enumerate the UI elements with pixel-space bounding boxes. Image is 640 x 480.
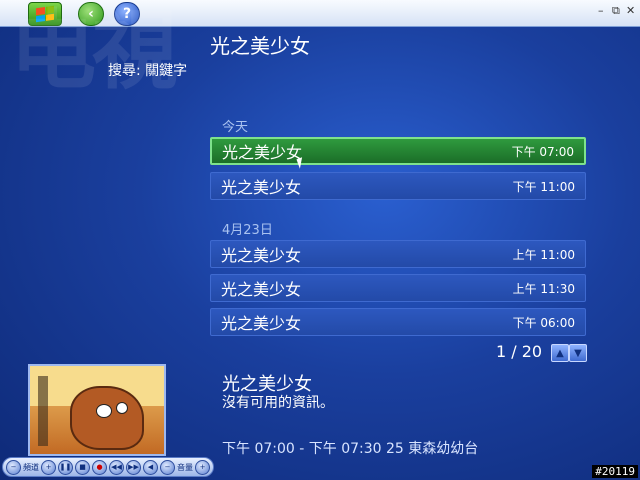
detail-description: 沒有可用的資訊。: [222, 395, 334, 411]
program-time: 下午 11:00: [512, 179, 575, 194]
program-row[interactable]: 光之美少女 下午 07:00: [210, 137, 586, 165]
corner-tag: #20119: [592, 465, 638, 478]
preview-character-eye: [96, 404, 112, 418]
stop-icon[interactable]: ■: [75, 459, 90, 475]
channel-minus-icon[interactable]: −: [6, 459, 21, 475]
program-row[interactable]: 光之美少女 下午 11:00: [210, 172, 586, 200]
record-icon[interactable]: ●: [92, 459, 107, 475]
program-title: 光之美少女: [222, 143, 303, 162]
program-title: 光之美少女: [221, 178, 302, 197]
page-indicator: 1 / 20: [496, 342, 543, 361]
rewind-icon[interactable]: ◀◀: [109, 459, 124, 475]
channel-plus-icon[interactable]: +: [41, 459, 56, 475]
chevron-down-icon: ▼: [574, 347, 582, 359]
program-time: 下午 06:00: [512, 315, 575, 330]
program-title: 光之美少女: [221, 314, 302, 333]
program-title: 光之美少女: [221, 246, 302, 265]
volume-label: 音量: [177, 462, 193, 472]
program-row[interactable]: 光之美少女 上午 11:00: [210, 240, 586, 268]
chevron-up-icon: ▲: [556, 347, 564, 359]
minimize-button[interactable]: –: [598, 4, 604, 17]
group-label-date: 4月23日: [222, 223, 273, 238]
close-button[interactable]: ✕: [626, 4, 635, 17]
search-label: 搜尋: 關鍵字: [108, 63, 188, 79]
program-time: 上午 11:00: [512, 247, 575, 262]
mute-icon[interactable]: ◀: [143, 459, 158, 475]
transport-controls: − 頻道 + ❚❚ ■ ● ◀◀ ▶▶ ◀ − 音量 +: [2, 457, 214, 477]
pause-icon[interactable]: ❚❚: [58, 459, 73, 475]
page-down-button[interactable]: ▼: [569, 344, 587, 362]
preview-character-eye: [116, 402, 128, 414]
channel-label: 頻道: [23, 462, 39, 472]
page-up-button[interactable]: ▲: [551, 344, 569, 362]
volume-minus-icon[interactable]: −: [160, 459, 175, 475]
preview-character: [70, 386, 144, 450]
section-watermark: 电視: [10, 1, 178, 101]
program-row[interactable]: 光之美少女 上午 11:30: [210, 274, 586, 302]
program-time: 下午 07:00: [511, 144, 574, 159]
volume-plus-icon[interactable]: +: [195, 459, 210, 475]
live-tv-preview[interactable]: [28, 364, 166, 456]
preview-subtitle-strip: [38, 376, 48, 446]
page-title: 光之美少女: [210, 34, 310, 58]
program-row[interactable]: 光之美少女 下午 06:00: [210, 308, 586, 336]
fast-forward-icon[interactable]: ▶▶: [126, 459, 141, 475]
detail-time-channel: 下午 07:00 - 下午 07:30 25 東森幼幼台: [222, 441, 479, 457]
restore-button[interactable]: ⧉: [612, 4, 620, 18]
program-time: 上午 11:30: [512, 281, 575, 296]
group-label-today: 今天: [222, 120, 249, 135]
program-title: 光之美少女: [221, 280, 302, 299]
